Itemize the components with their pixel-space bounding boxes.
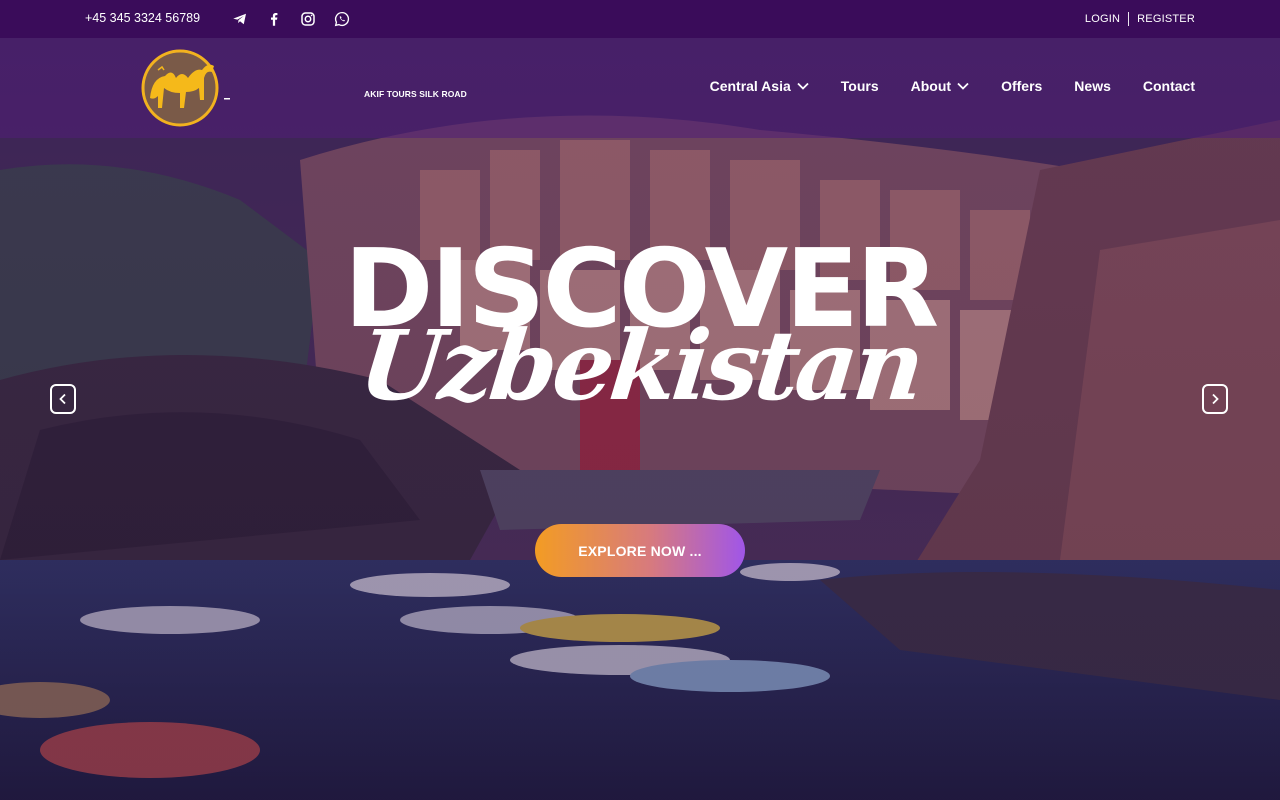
telegram-icon[interactable] bbox=[231, 10, 249, 28]
facebook-icon[interactable] bbox=[265, 10, 283, 28]
site-logo[interactable]: AKIF TOURS SILK ROAD bbox=[140, 48, 467, 128]
register-link[interactable]: REGISTER bbox=[1137, 13, 1195, 25]
instagram-icon[interactable] bbox=[299, 10, 317, 28]
auth-divider bbox=[1128, 12, 1130, 26]
nav-item-about[interactable]: About bbox=[911, 78, 969, 94]
brand-name: AKIF TOURS SILK ROAD bbox=[364, 89, 467, 99]
main-navbar: AKIF TOURS SILK ROAD Central Asia Tours … bbox=[0, 38, 1280, 138]
nav-item-contact[interactable]: Contact bbox=[1143, 78, 1195, 94]
nav-item-label: Contact bbox=[1142, 78, 1195, 94]
chevron-down-icon bbox=[797, 82, 809, 90]
chevron-right-icon bbox=[1212, 393, 1219, 405]
nav-item-label: About bbox=[910, 78, 952, 94]
login-link[interactable]: LOGIN bbox=[1085, 13, 1120, 25]
top-bar: +45 345 3324 56789 LOGIN REGISTER bbox=[0, 0, 1280, 38]
nav-menu: Central Asia Tours About Offers News Con… bbox=[678, 78, 1195, 94]
hero-subheadline: Uzbekistan bbox=[354, 309, 926, 422]
slider-prev-button[interactable] bbox=[50, 384, 76, 414]
chevron-down-icon bbox=[957, 82, 969, 90]
phone-number[interactable]: +45 345 3324 56789 bbox=[85, 11, 200, 25]
nav-item-label: Offers bbox=[1001, 78, 1043, 94]
auth-links: LOGIN REGISTER bbox=[1085, 12, 1195, 26]
explore-now-button[interactable]: EXPLORE NOW ... bbox=[535, 524, 745, 577]
nav-item-central-asia[interactable]: Central Asia bbox=[710, 78, 809, 94]
camel-logo-icon bbox=[141, 49, 230, 127]
nav-item-label: News bbox=[1074, 78, 1111, 94]
nav-item-tours[interactable]: Tours bbox=[841, 78, 879, 94]
nav-item-label: Tours bbox=[840, 78, 879, 94]
nav-item-news[interactable]: News bbox=[1074, 78, 1111, 94]
chevron-left-icon bbox=[59, 393, 66, 405]
nav-item-offers[interactable]: Offers bbox=[1001, 78, 1042, 94]
nav-item-label: Central Asia bbox=[709, 78, 791, 94]
whatsapp-icon[interactable] bbox=[333, 10, 351, 28]
slider-next-button[interactable] bbox=[1202, 384, 1228, 414]
